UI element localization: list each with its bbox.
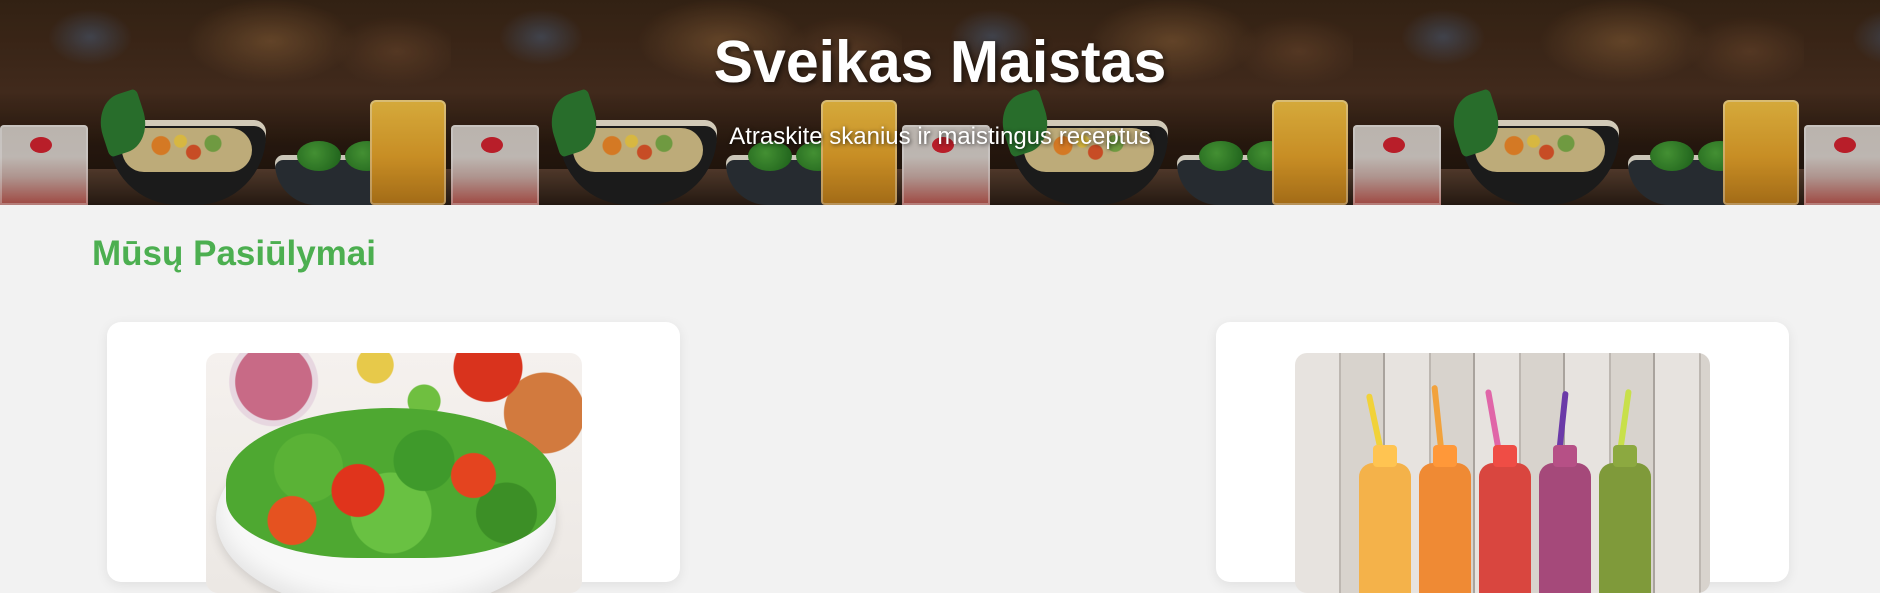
offer-card[interactable] xyxy=(1216,322,1789,593)
hero-banner: Sveikas Maistas Atraskite skanius ir mai… xyxy=(0,0,1880,205)
smoothies-image xyxy=(1295,353,1710,593)
section-title-offers: Mūsų Pasiūlymai xyxy=(92,234,376,273)
offer-card[interactable] xyxy=(107,322,680,593)
page-subtitle: Atraskite skanius ir maistingus receptus xyxy=(729,123,1151,150)
salad-image xyxy=(206,353,582,593)
page-title: Sveikas Maistas xyxy=(713,29,1167,95)
